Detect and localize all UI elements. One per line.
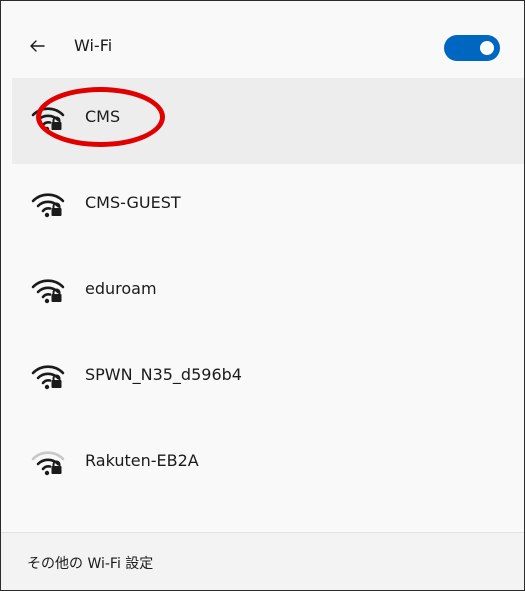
toggle-knob xyxy=(480,41,494,55)
network-item-eduroam[interactable]: eduroam xyxy=(1,250,524,336)
network-ssid: CMS xyxy=(85,107,121,126)
wifi-secured-icon xyxy=(31,279,65,304)
network-ssid: eduroam xyxy=(85,279,157,298)
wifi-toggle[interactable] xyxy=(444,35,500,61)
wifi-secured-icon xyxy=(31,365,65,390)
wifi-secured-icon xyxy=(31,193,65,218)
network-item-spwn[interactable]: SPWN_N35_d596b4 xyxy=(1,336,524,422)
network-list: CMS CMS-GUEST eduroam SPWN_N35_d596b4 Ra… xyxy=(1,78,524,578)
more-wifi-settings-link[interactable]: その他の Wi-Fi 設定 xyxy=(27,555,153,573)
network-item-cms-guest[interactable]: CMS-GUEST xyxy=(1,164,524,250)
footer: その他の Wi-Fi 設定 xyxy=(1,532,524,590)
wifi-panel: Wi-Fi CMS CMS-GUEST eduroam SPWN_N35_d59… xyxy=(0,0,525,591)
network-item-cms[interactable]: CMS xyxy=(12,78,524,164)
wifi-secured-weak-icon xyxy=(31,451,65,476)
page-title: Wi-Fi xyxy=(74,36,113,55)
network-ssid: SPWN_N35_d596b4 xyxy=(85,365,242,384)
arrow-left-icon[interactable] xyxy=(27,36,47,56)
network-ssid: CMS-GUEST xyxy=(85,193,181,212)
wifi-secured-icon xyxy=(31,107,65,132)
network-ssid: Rakuten-EB2A xyxy=(85,451,199,470)
network-item-rakuten[interactable]: Rakuten-EB2A xyxy=(1,422,524,508)
